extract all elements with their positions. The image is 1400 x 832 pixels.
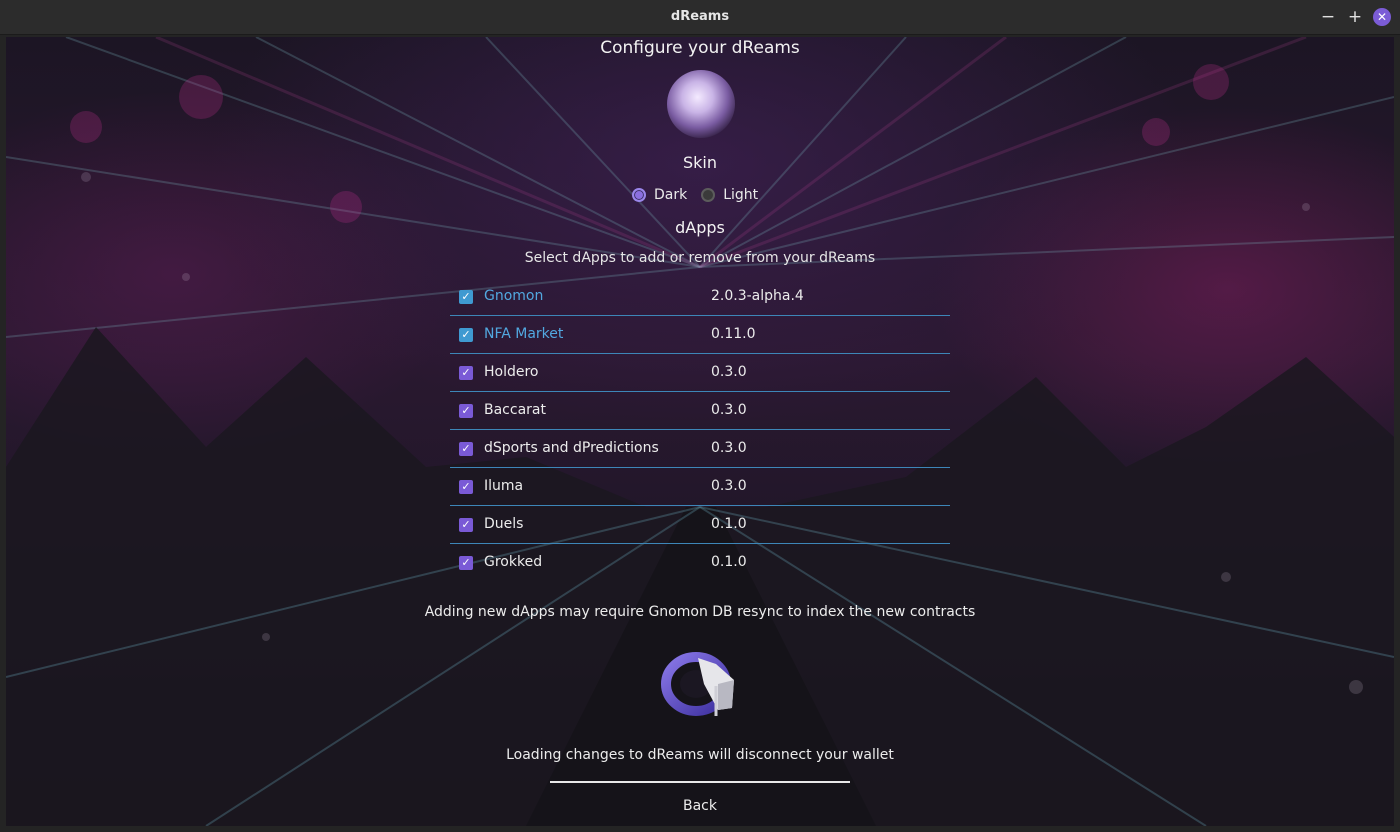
- dapp-checkbox[interactable]: ✓: [459, 442, 473, 456]
- dapp-version: 0.11.0: [711, 326, 756, 342]
- radio-dark[interactable]: Dark: [632, 187, 687, 203]
- radio-unselected-icon: [701, 188, 716, 202]
- dreams-logo: [667, 70, 735, 138]
- dapp-version: 0.3.0: [711, 478, 747, 494]
- dapp-checkbox[interactable]: ✓: [459, 480, 473, 494]
- dapp-row-baccarat: ✓ Baccarat 0.3.0: [450, 392, 950, 430]
- page-title: Configure your dReams: [600, 38, 800, 58]
- dapp-checkbox[interactable]: ✓: [459, 328, 473, 342]
- dapp-row-iluma: ✓ Iluma 0.3.0: [450, 468, 950, 506]
- radio-light-label: Light: [723, 187, 759, 203]
- skin-heading: Skin: [682, 153, 717, 172]
- dapp-row-grokked: ✓ Grokked 0.1.0: [450, 544, 950, 581]
- dapp-row-holdero: ✓ Holdero 0.3.0: [450, 354, 950, 392]
- dapp-checkbox[interactable]: ✓: [459, 366, 473, 380]
- dapp-name: Grokked: [484, 554, 543, 570]
- dapp-row-dsports: ✓ dSports and dPredictions 0.3.0: [450, 430, 950, 468]
- gnomon-icon: [661, 652, 734, 716]
- dapps-list: ✓ Gnomon 2.0.3-alpha.4 ✓ NFA Market 0.11…: [450, 278, 950, 581]
- app-window: dReams − + ✕ Configure your dReams Skin …: [0, 0, 1400, 832]
- dapps-heading: dApps: [675, 218, 725, 237]
- radio-light[interactable]: Light: [701, 187, 758, 203]
- dapp-version: 0.3.0: [711, 364, 747, 380]
- config-panel: Configure your dReams Skin Dark Light dA…: [0, 0, 1400, 832]
- radio-dark-label: Dark: [654, 187, 688, 203]
- dapp-name: Iluma: [484, 478, 524, 494]
- dapp-checkbox[interactable]: ✓: [459, 518, 473, 532]
- resync-note: Adding new dApps may require Gnomon DB r…: [424, 604, 976, 620]
- dapp-version: 2.0.3-alpha.4: [711, 288, 804, 304]
- dapp-name: Holdero: [484, 364, 539, 380]
- dapp-row-gnomon: ✓ Gnomon 2.0.3-alpha.4: [450, 278, 950, 316]
- back-button[interactable]: Back: [640, 793, 760, 819]
- dapp-version: 0.1.0: [711, 516, 747, 532]
- dapp-row-nfa-market: ✓ NFA Market 0.11.0: [450, 316, 950, 354]
- dapp-name-link[interactable]: NFA Market: [484, 326, 563, 342]
- dapp-name: Duels: [484, 516, 524, 532]
- radio-selected-icon: [632, 188, 646, 202]
- dapps-subtitle: Select dApps to add or remove from your …: [524, 250, 876, 266]
- dapp-checkbox[interactable]: ✓: [459, 556, 473, 570]
- dapp-checkbox[interactable]: ✓: [459, 404, 473, 418]
- dapp-name: dSports and dPredictions: [484, 440, 659, 456]
- disconnect-warning: Loading changes to dReams will disconnec…: [506, 747, 894, 763]
- dapp-name-link[interactable]: Gnomon: [484, 288, 543, 304]
- footer-divider: [550, 781, 850, 783]
- dapp-checkbox[interactable]: ✓: [459, 290, 473, 304]
- skin-radio-group: Dark Light: [632, 185, 772, 205]
- dapp-row-duels: ✓ Duels 0.1.0: [450, 506, 950, 544]
- dapp-name: Baccarat: [484, 402, 546, 418]
- dapp-version: 0.3.0: [711, 440, 747, 456]
- dapp-version: 0.1.0: [711, 554, 747, 570]
- dapp-version: 0.3.0: [711, 402, 747, 418]
